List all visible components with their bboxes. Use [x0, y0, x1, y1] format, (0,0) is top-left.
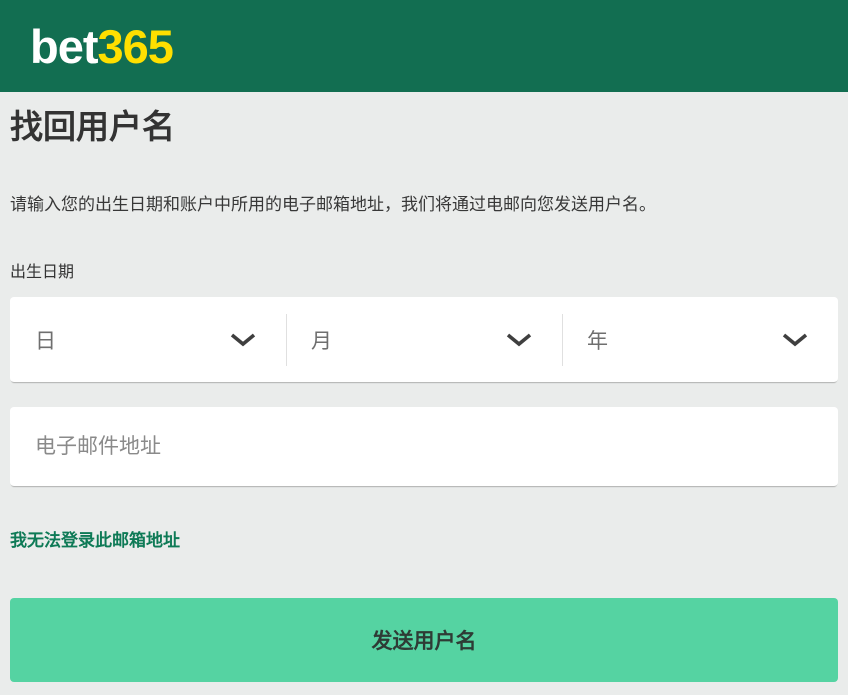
dob-day-value: 日 [35, 325, 56, 355]
logo-365-text: 365 [98, 20, 173, 73]
chevron-down-icon [506, 333, 532, 347]
dob-year-value: 年 [587, 325, 608, 355]
dob-label: 出生日期 [10, 263, 838, 283]
bet365-logo[interactable]: bet365 [30, 23, 173, 70]
page-title: 找回用户名 [10, 106, 838, 148]
chevron-down-icon [782, 333, 808, 347]
instructions-text: 请输入您的出生日期和账户中所用的电子邮箱地址，我们将通过电邮向您发送用户名。 [10, 193, 838, 217]
dob-month-select[interactable]: 月 [286, 297, 562, 382]
dob-month-value: 月 [311, 325, 332, 355]
logo-bet-text: bet [30, 20, 98, 73]
main-content: 找回用户名 请输入您的出生日期和账户中所用的电子邮箱地址，我们将通过电邮向您发送… [0, 106, 848, 682]
chevron-down-icon [230, 333, 256, 347]
dob-year-select[interactable]: 年 [562, 297, 838, 382]
send-username-button[interactable]: 发送用户名 [10, 598, 838, 682]
cant-access-email-link[interactable]: 我无法登录此邮箱地址 [10, 530, 180, 552]
email-input[interactable] [10, 407, 838, 486]
header-bar: bet365 [0, 0, 848, 92]
dob-day-select[interactable]: 日 [10, 297, 286, 382]
dob-select-row: 日 月 年 [10, 297, 838, 382]
